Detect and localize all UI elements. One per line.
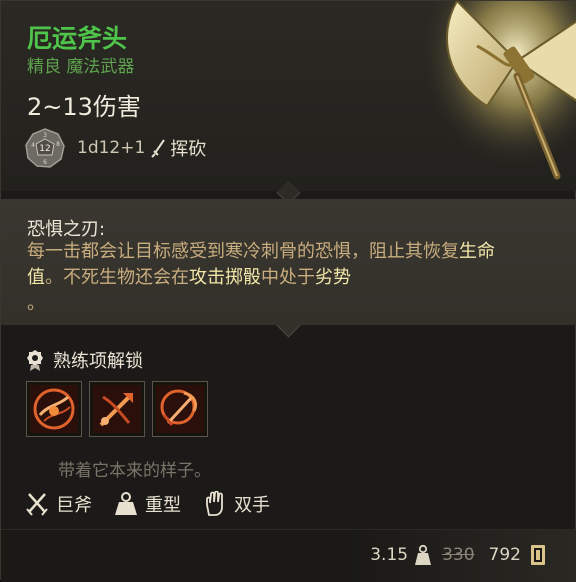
keyword-disadvantage[interactable]: 劣势 xyxy=(315,267,351,288)
dice-corner-left: 4 xyxy=(31,142,35,149)
dice-face: 12 xyxy=(39,144,50,154)
feature-desc-part-3: 中处于 xyxy=(261,267,315,288)
skill-slot-3[interactable] xyxy=(152,381,208,437)
feature-desc-part-2: 。不死生物还会在 xyxy=(45,267,189,288)
flavor-text: 带着它本来的样子。 xyxy=(58,461,211,481)
tag-label: 巨斧 xyxy=(56,495,92,516)
d12-dice-icon: 12 3 4 8 6 xyxy=(25,128,65,168)
tag-label: 双手 xyxy=(234,495,270,516)
damage-type: 挥砍 xyxy=(170,139,207,160)
dice-corner-top: 3 xyxy=(43,132,47,139)
skill-1-icon xyxy=(30,385,78,433)
item-rarity-type: 精良 魔法武器 xyxy=(27,57,135,77)
damage-roll: 1d12+1 xyxy=(77,138,146,158)
item-price: 792 xyxy=(488,545,521,565)
crossed-swords-icon xyxy=(26,493,48,516)
proficiency-row: 熟练项解锁 xyxy=(25,347,143,373)
skill-3-icon xyxy=(156,385,204,433)
keyword-attack-roll[interactable]: 攻击掷骰 xyxy=(189,267,261,288)
weight-icon xyxy=(115,492,137,515)
skill-2-icon xyxy=(93,385,141,433)
proficiency-label: 熟练项解锁 xyxy=(53,351,143,372)
hand-icon xyxy=(206,491,223,516)
weight-and-price: 3.15 330 792 xyxy=(370,544,547,566)
item-name: 厄运斧头 xyxy=(27,24,128,53)
weapon-feature-section: 恐惧之刃: 每一击都会让目标感受到寒冷刺骨的恐惧，阻止其恢复生命值。不死生物还会… xyxy=(1,199,576,325)
gold-coin-icon xyxy=(531,545,545,565)
feature-desc-part-4: 。 xyxy=(27,293,45,314)
axe-artwork xyxy=(417,1,576,191)
unlocked-skills xyxy=(26,381,208,437)
original-price: 330 xyxy=(442,545,475,565)
tooltip-footer: 3.15 330 792 xyxy=(1,529,576,582)
tag-greataxe[interactable]: 巨斧 xyxy=(25,491,92,517)
item-weight: 3.15 xyxy=(370,545,409,565)
item-tooltip: 厄运斧头 精良 魔法武器 2~13伤害 12 3 4 8 6 1d12+1 挥砍 xyxy=(0,0,576,582)
damage-dice-row: 12 3 4 8 6 1d12+1 挥砍 xyxy=(25,128,206,168)
item-damage: 2~13伤害 xyxy=(27,93,141,121)
weapon-tags: 巨斧 重型 双手 xyxy=(25,491,292,517)
feature-title: 恐惧之刃: xyxy=(27,219,106,240)
feature-desc-part-1: 每一击都会让目标感受到寒冷刺骨的恐惧，阻止其恢复 xyxy=(27,241,459,262)
skill-slot-2[interactable] xyxy=(89,381,145,437)
feature-description: 每一击都会让目标感受到寒冷刺骨的恐惧，阻止其恢复生命值。不死生物还会在攻击掷骰中… xyxy=(27,239,527,317)
tag-heavy[interactable]: 重型 xyxy=(114,491,181,517)
tooltip-header: 厄运斧头 精良 魔法武器 2~13伤害 12 3 4 8 6 1d12+1 挥砍 xyxy=(1,1,576,191)
skill-slot-1[interactable] xyxy=(26,381,82,437)
weight-icon xyxy=(415,544,432,565)
slashing-damage-icon xyxy=(151,139,166,158)
tag-label: 重型 xyxy=(145,495,181,516)
dice-corner-bottom: 6 xyxy=(43,159,47,166)
proficiency-medal-icon xyxy=(27,350,43,371)
dice-corner-right: 8 xyxy=(56,141,60,148)
tag-two-handed[interactable]: 双手 xyxy=(203,491,270,517)
